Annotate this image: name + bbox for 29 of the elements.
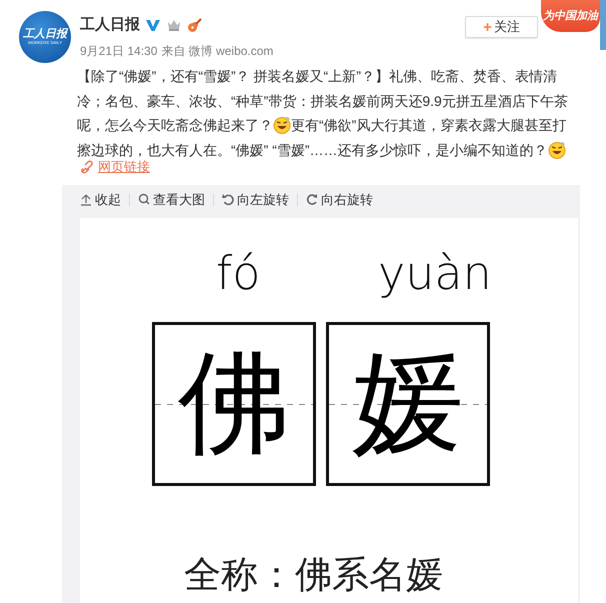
post-text: 【除了“佛媛”，还有“雪媛”？ 拼装名媛又“上新”？】礼佛、吃斋、焚香、表情清 bbox=[77, 67, 557, 86]
post-text: 冷；名包、豪车、浓妆、“种草”带货：拼装名媛前两天还9.9元拼五星酒店下午茶 bbox=[77, 92, 568, 110]
crown-icon bbox=[166, 18, 182, 32]
toolbar-button[interactable]: 向左旋转 bbox=[214, 190, 297, 210]
chinese-character: 媛 bbox=[352, 341, 464, 468]
rotate-left-icon bbox=[222, 193, 234, 206]
toolbar-button[interactable]: 向右旋转 bbox=[298, 190, 381, 210]
post-text: 呢，怎么今天吃斋念佛起来了？ bbox=[77, 116, 273, 135]
post-text: 更有“佛欲”风大行其道，穿素衣露大腿甚至打 bbox=[291, 116, 566, 135]
grin-emoji-icon bbox=[273, 116, 291, 134]
logo-text: 工人日报 bbox=[23, 28, 67, 40]
post-time[interactable]: 9月21日 14:30 bbox=[80, 42, 158, 60]
collapse-icon bbox=[80, 193, 92, 206]
post-source: 来自 微博 weibo.com bbox=[161, 43, 274, 60]
toolbar-button[interactable]: 查看大图 bbox=[130, 190, 213, 210]
pinyin-label: fó bbox=[216, 250, 260, 296]
image-caption: 全称：佛系名媛 bbox=[184, 556, 443, 593]
link-icon bbox=[80, 160, 94, 174]
grin-emoji-icon bbox=[548, 140, 566, 159]
search-icon bbox=[138, 193, 150, 206]
follow-button[interactable]: +关注 bbox=[465, 16, 538, 38]
guitar-icon bbox=[187, 17, 203, 34]
chinese-character: 佛 bbox=[178, 341, 290, 468]
account-name[interactable]: 工人日报 bbox=[80, 14, 140, 36]
post-text: 擦边球的，也大有人在。“佛媛” “雪媛”……还有多少惊吓，是小编不知道的？ bbox=[77, 140, 548, 160]
edge-strip bbox=[600, 0, 606, 50]
toolbar-button[interactable]: 收起 bbox=[80, 190, 129, 210]
pinyin-label: yuàn bbox=[378, 250, 492, 296]
rotate-right-icon bbox=[306, 193, 318, 206]
